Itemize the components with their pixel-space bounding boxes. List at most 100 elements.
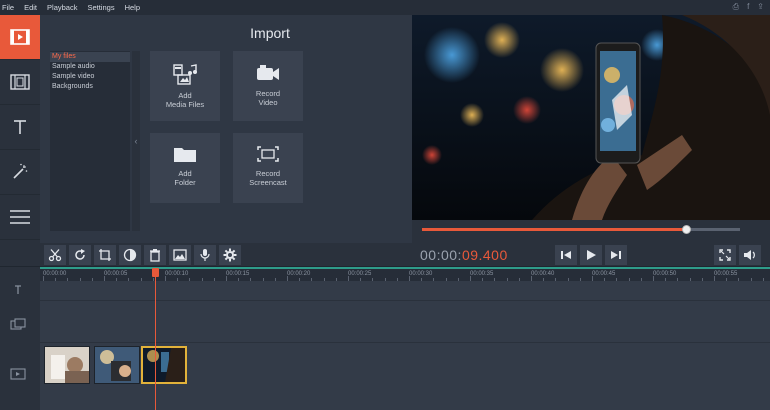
tile-label: Add Folder [174, 169, 196, 187]
edit-toolbar: 00:00:09.400 [0, 243, 770, 267]
files-category-list: My files Sample audio Sample video Backg… [50, 51, 130, 231]
clip-thumbnail [45, 347, 89, 383]
clip-thumbnail [143, 348, 185, 382]
tile-label: Record Screencast [249, 169, 287, 187]
menu-playback[interactable]: Playback [47, 3, 77, 12]
chevron-left-icon: ‹ [134, 136, 138, 146]
tool-menu[interactable] [0, 195, 40, 240]
play-button[interactable] [580, 245, 602, 265]
gear-icon [223, 248, 237, 262]
record-screencast-button[interactable]: Record Screencast [233, 133, 303, 203]
ruler-label: 00:00:00 [43, 271, 67, 277]
printer-icon[interactable]: ⎙ [733, 2, 739, 12]
filmstrip-icon [10, 74, 30, 90]
media-files-icon [173, 64, 197, 85]
tile-label: Add Media Files [165, 91, 205, 109]
play-icon [587, 250, 596, 260]
record-audio-button[interactable] [194, 245, 216, 265]
menu-bar: File Edit Playback Settings Help ⎙ f ⇪ [0, 0, 770, 15]
ruler-label: 00:00:55 [714, 271, 738, 277]
track-header-column [0, 267, 40, 410]
video-clip-selected[interactable] [141, 346, 187, 384]
video-clip[interactable] [94, 346, 140, 384]
tool-sidebar [0, 15, 40, 243]
fullscreen-icon [719, 249, 731, 261]
menu-settings[interactable]: Settings [87, 3, 114, 12]
ruler-label: 00:00:35 [470, 271, 494, 277]
list-item-sample-audio[interactable]: Sample audio [50, 62, 130, 72]
ruler-label: 00:00:20 [287, 271, 311, 277]
rotate-icon [75, 249, 85, 260]
timecode-base: 00:00: [420, 247, 462, 263]
playhead-handle[interactable] [152, 268, 159, 277]
add-folder-button[interactable]: Add Folder [150, 133, 220, 203]
video-editor-window: File Edit Playback Settings Help ⎙ f ⇪ I… [0, 0, 770, 410]
text-track-icon [15, 285, 21, 294]
speaker-icon [744, 250, 755, 260]
video-clip[interactable] [44, 346, 90, 384]
share-icon[interactable]: ⇪ [757, 2, 764, 12]
folder-icon [174, 148, 196, 162]
panel-title: Import [250, 25, 290, 41]
add-media-files-button[interactable]: Add Media Files [150, 51, 220, 121]
skip-forward-icon [611, 251, 621, 259]
record-video-button[interactable]: Record Video [233, 51, 303, 121]
progress-fill [422, 228, 686, 231]
track-divider [40, 300, 770, 301]
menu-edit[interactable]: Edit [24, 3, 37, 12]
ruler-label: 00:00:50 [653, 271, 677, 277]
facebook-icon[interactable]: f [747, 2, 749, 12]
settings-button[interactable] [219, 245, 241, 265]
rotate-button[interactable] [69, 245, 91, 265]
crop-button[interactable] [94, 245, 116, 265]
ruler-label: 00:00:30 [409, 271, 433, 277]
text-icon [14, 120, 26, 134]
film-icon [10, 29, 30, 45]
ruler-label: 00:00:25 [348, 271, 372, 277]
tile-label: Record Video [255, 89, 281, 107]
collapse-handle[interactable]: ‹ [132, 51, 140, 231]
fullscreen-button[interactable] [714, 245, 736, 265]
overlay-track-icon [10, 318, 26, 330]
scissors-icon [48, 249, 62, 262]
ruler-label: 00:00:05 [104, 271, 128, 277]
volume-button[interactable] [739, 245, 761, 265]
contrast-icon [123, 248, 137, 262]
playback-progress-bar[interactable] [422, 225, 740, 234]
color-adjust-button[interactable] [119, 245, 141, 265]
video-track-icon [10, 368, 26, 380]
video-preview[interactable] [412, 15, 770, 220]
ruler-label: 00:00:10 [165, 271, 189, 277]
tool-filters[interactable] [0, 60, 40, 105]
list-item-sample-video[interactable]: Sample video [50, 72, 130, 82]
tool-titles[interactable] [0, 105, 40, 150]
timeline-ruler[interactable]: 00:00:00 00:00:05 00:00:10 00:00:15 00:00:20… [40, 267, 770, 281]
list-item-my-files[interactable]: My files [50, 52, 130, 62]
next-frame-button[interactable] [605, 245, 627, 265]
ruler-label: 00:00:40 [531, 271, 555, 277]
playback-progress-area [412, 220, 770, 243]
trash-icon [150, 249, 160, 262]
delete-button[interactable] [144, 245, 166, 265]
import-panel: Import My files Sample audio Sample vide… [40, 15, 410, 243]
menu-help[interactable]: Help [125, 3, 140, 12]
playhead-line [155, 270, 156, 410]
timecode-seconds: 09.400 [461, 247, 508, 263]
list-item-backgrounds[interactable]: Backgrounds [50, 82, 130, 92]
timecode-display: 00:00:09.400 [420, 247, 508, 263]
microphone-icon [200, 249, 210, 261]
menu-icon [10, 210, 30, 224]
ruler-label: 00:00:45 [592, 271, 616, 277]
previous-frame-button[interactable] [555, 245, 577, 265]
preview-frame-image [412, 15, 770, 220]
cut-button[interactable] [44, 245, 66, 265]
tool-import[interactable] [0, 15, 40, 60]
menu-file[interactable]: File [2, 3, 14, 12]
tool-more[interactable] [0, 150, 40, 195]
track-divider [40, 342, 770, 343]
progress-handle[interactable] [681, 225, 691, 234]
ruler-label: 00:00:15 [226, 271, 250, 277]
camera-icon [257, 65, 279, 80]
insert-image-button[interactable] [169, 245, 191, 265]
crop-icon [99, 249, 111, 261]
